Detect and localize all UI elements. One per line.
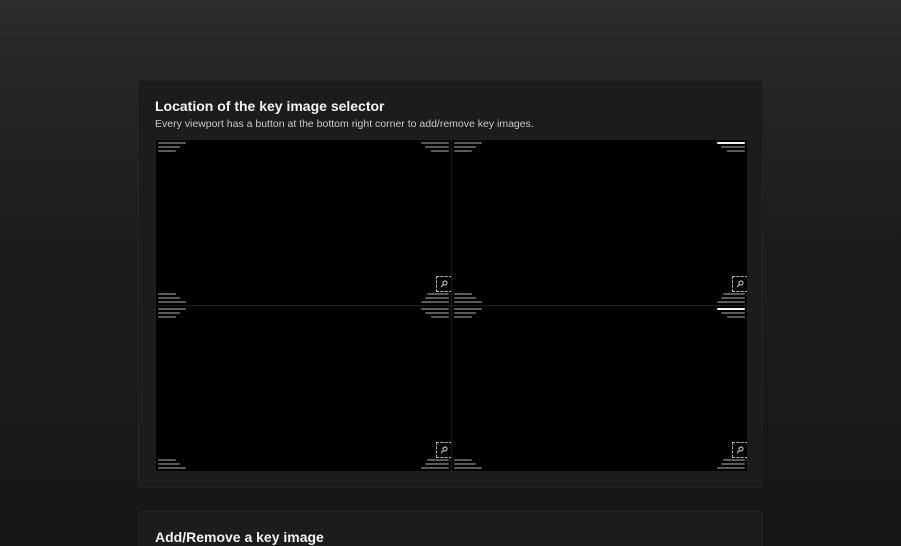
overlay-top-left: [454, 308, 482, 318]
overlay-bottom-right: [717, 459, 745, 469]
viewport-grid: [155, 139, 747, 471]
overlay-bottom-left: [158, 459, 186, 469]
overlay-bottom-left: [158, 293, 186, 303]
key-image-button[interactable]: [436, 442, 451, 458]
overlay-top-right: [421, 308, 449, 318]
overlay-top-left: [158, 308, 186, 318]
key-image-button[interactable]: [436, 276, 451, 292]
viewport-4[interactable]: [452, 306, 747, 471]
key-icon: [736, 446, 744, 454]
overlay-bottom-left: [454, 293, 482, 303]
overlay-top-right: [717, 142, 745, 152]
viewport-3[interactable]: [156, 306, 451, 471]
key-icon: [440, 280, 448, 288]
overlay-top-left: [454, 142, 482, 152]
key-image-selector-card: Location of the key image selector Every…: [138, 80, 763, 488]
key-icon: [736, 280, 744, 288]
section-description: Every viewport has a button at the botto…: [155, 118, 534, 130]
key-image-button[interactable]: [732, 276, 747, 292]
overlay-top-left: [158, 142, 186, 152]
viewport-2[interactable]: [452, 140, 747, 305]
key-icon: [440, 446, 448, 454]
viewport-1[interactable]: [156, 140, 451, 305]
overlay-bottom-right: [421, 293, 449, 303]
section-title: Add/Remove a key image: [155, 529, 324, 545]
overlay-top-right: [717, 308, 745, 318]
overlay-top-right: [421, 142, 449, 152]
add-remove-key-image-card: Add/Remove a key image: [138, 511, 763, 546]
overlay-bottom-right: [421, 459, 449, 469]
overlay-bottom-left: [454, 459, 482, 469]
key-image-button[interactable]: [732, 442, 747, 458]
section-title: Location of the key image selector: [155, 98, 385, 114]
overlay-bottom-right: [717, 293, 745, 303]
